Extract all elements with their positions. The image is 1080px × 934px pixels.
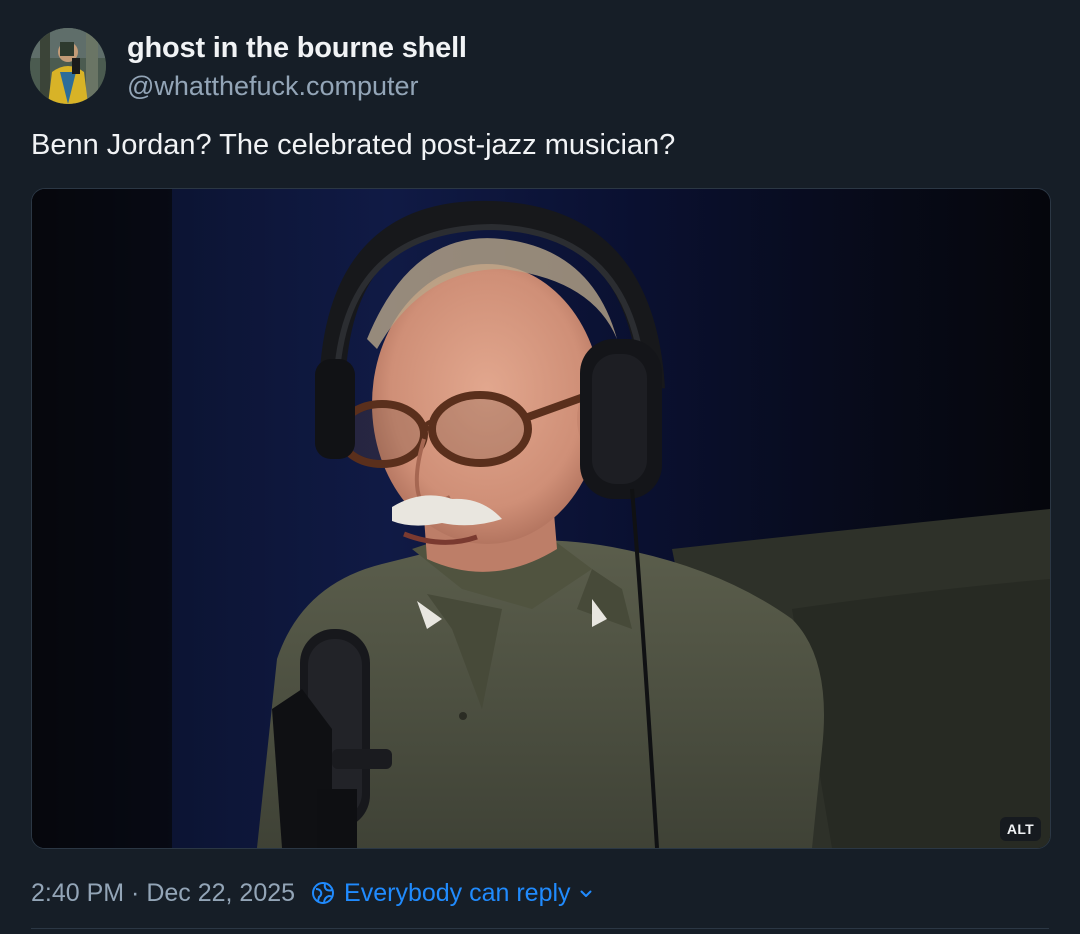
divider: [31, 928, 1049, 929]
post: ghost in the bourne shell @whatthefuck.c…: [0, 0, 1080, 934]
post-meta: 2:40 PM · Dec 22, 2025 Everybody can rep…: [31, 876, 593, 910]
alt-text-badge[interactable]: ALT: [999, 817, 1041, 841]
post-image[interactable]: ALT: [31, 188, 1051, 849]
chevron-down-icon: [580, 890, 592, 897]
globe-icon: [312, 882, 335, 904]
post-text: Benn Jordan? The celebrated post-jazz mu…: [31, 129, 676, 161]
author-display-name[interactable]: ghost in the bourne shell: [127, 32, 467, 65]
reply-setting-button[interactable]: Everybody can reply: [311, 879, 593, 908]
post-timestamp[interactable]: 2:40 PM · Dec 22, 2025: [31, 879, 295, 908]
reply-setting-label: Everybody can reply: [344, 878, 571, 907]
author-handle[interactable]: @whatthefuck.computer: [127, 71, 419, 102]
avatar[interactable]: [30, 28, 106, 104]
